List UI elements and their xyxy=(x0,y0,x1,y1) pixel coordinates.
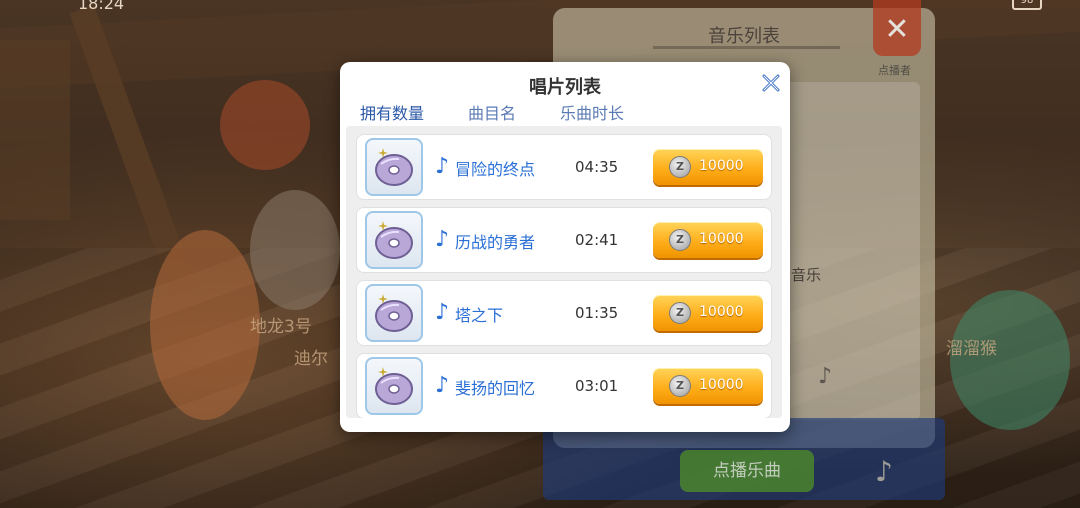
request-song-button[interactable]: 点播乐曲 xyxy=(680,450,814,492)
buy-button[interactable]: Z 10000 xyxy=(653,222,763,258)
requester-label: 点播者 xyxy=(878,64,911,77)
buy-button[interactable]: Z 10000 xyxy=(653,149,763,185)
column-header-owned-count: 拥有数量 xyxy=(360,104,425,123)
buy-button[interactable]: Z 10000 xyxy=(653,295,763,331)
music-note-icon: ♪ xyxy=(435,227,450,252)
armchair xyxy=(220,80,310,170)
dialog-title: 唱片列表 xyxy=(529,77,601,98)
record-disc-icon xyxy=(365,211,423,269)
zeny-coin-icon: Z xyxy=(669,156,691,178)
track-duration: 03:01 xyxy=(575,377,619,395)
music-note-icon: ♪ xyxy=(875,455,893,488)
record-list-dialog: 唱片列表 拥有数量 曲目名 乐曲时长 ♪ 冒险的终点 04:35 Z 10000 xyxy=(340,62,790,432)
player-name-label: 地龙3号 xyxy=(250,317,312,337)
list-item[interactable]: ♪ 历战的勇者 02:41 Z 10000 xyxy=(356,207,772,273)
record-disc-icon xyxy=(365,138,423,196)
player-name-label: 迪尔 xyxy=(294,349,328,369)
track-duration: 01:35 xyxy=(575,304,619,322)
track-name: 塔之下 xyxy=(455,306,504,325)
track-name: 斐扬的回忆 xyxy=(455,379,536,398)
column-header-track-name: 曲目名 xyxy=(468,104,517,123)
track-duration: 04:35 xyxy=(575,158,619,176)
record-list[interactable]: ♪ 冒险的终点 04:35 Z 10000 ♪ 历战的勇者 02:41 Z 10… xyxy=(346,126,782,418)
battery-indicator: 98 xyxy=(1012,0,1042,10)
character-figure xyxy=(150,230,260,420)
title-divider xyxy=(653,46,840,49)
zeny-coin-icon: Z xyxy=(669,375,691,397)
music-note-icon: ♪ xyxy=(818,364,833,389)
price-label: 10000 xyxy=(699,158,744,174)
player-name-label: 溜溜猴 xyxy=(946,339,997,359)
list-item[interactable]: ♪ 塔之下 01:35 Z 10000 xyxy=(356,280,772,346)
buy-button[interactable]: Z 10000 xyxy=(653,368,763,404)
price-label: 10000 xyxy=(699,231,744,247)
character-figure xyxy=(950,290,1070,430)
window-frame xyxy=(0,40,70,220)
music-note-icon: ♪ xyxy=(435,300,450,325)
record-disc-icon xyxy=(365,284,423,342)
zeny-coin-icon: Z xyxy=(669,302,691,324)
music-note-icon: ♪ xyxy=(435,154,450,179)
music-list-text: 音乐 xyxy=(791,266,822,284)
track-name: 冒险的终点 xyxy=(455,160,536,179)
track-duration: 02:41 xyxy=(575,231,619,249)
close-icon[interactable] xyxy=(760,72,782,94)
column-header-duration: 乐曲时长 xyxy=(560,104,625,123)
price-label: 10000 xyxy=(699,304,744,320)
track-name: 历战的勇者 xyxy=(455,233,536,252)
music-note-icon: ♪ xyxy=(435,373,450,398)
music-panel-close-button[interactable]: ✕ xyxy=(873,0,921,56)
zeny-coin-icon: Z xyxy=(669,229,691,251)
list-item[interactable]: ♪ 斐扬的回忆 03:01 Z 10000 xyxy=(356,353,772,418)
character-figure xyxy=(250,190,340,310)
record-disc-icon xyxy=(365,357,423,415)
list-item[interactable]: ♪ 冒险的终点 04:35 Z 10000 xyxy=(356,134,772,200)
status-time: 18:24 xyxy=(78,0,125,13)
price-label: 10000 xyxy=(699,377,744,393)
